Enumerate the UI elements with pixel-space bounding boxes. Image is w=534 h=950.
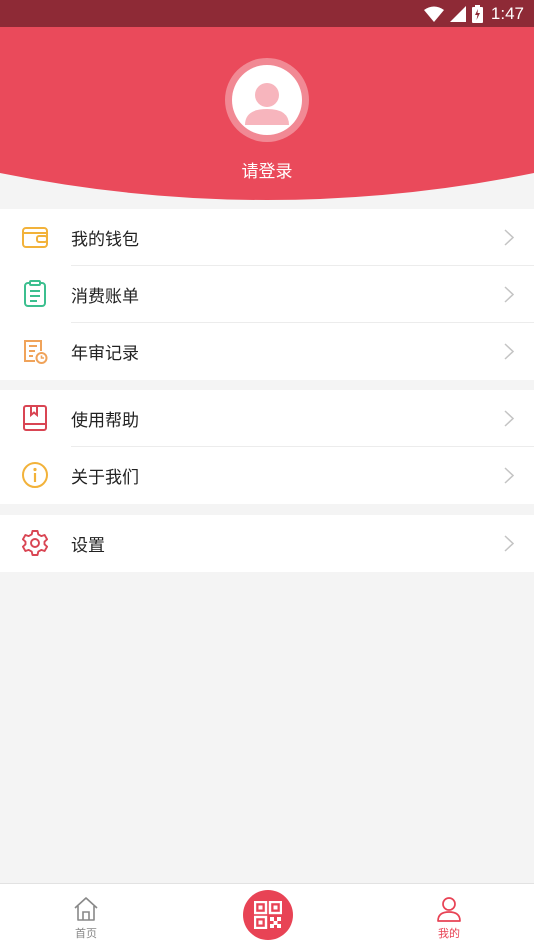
status-time: 1:47: [490, 3, 524, 23]
avatar[interactable]: [225, 58, 309, 142]
chevron-right-icon: [504, 229, 514, 246]
chevron-right-icon: [504, 467, 514, 484]
chevron-right-icon: [504, 410, 514, 427]
wallet-icon: [22, 227, 48, 248]
help-book-icon: [23, 405, 47, 431]
tab-mine-label: 我的: [438, 927, 460, 940]
chevron-right-icon: [504, 535, 514, 552]
home-icon: [74, 897, 98, 921]
profile-header: 请登录: [0, 27, 534, 203]
menu-item-wallet[interactable]: 我的钱包: [0, 209, 534, 266]
menu-group-help: 使用帮助 关于我们: [0, 390, 534, 504]
tab-mine[interactable]: 我的: [399, 884, 499, 950]
chevron-right-icon: [504, 286, 514, 303]
tab-home-label: 首页: [75, 927, 97, 940]
info-icon: [22, 462, 48, 488]
tab-home[interactable]: 首页: [36, 884, 136, 950]
qr-code-icon: [254, 901, 282, 929]
login-prompt[interactable]: 请登录: [0, 157, 534, 182]
menu-item-label: 关于我们: [71, 468, 139, 488]
scan-qr-button[interactable]: [243, 890, 293, 940]
menu-item-label: 消费账单: [71, 287, 139, 307]
menu-item-label: 我的钱包: [71, 230, 139, 250]
menu-item-label: 设置: [71, 536, 105, 556]
bottom-tab-bar: 首页 我的: [0, 883, 534, 950]
menu-item-settings[interactable]: 设置: [0, 515, 534, 572]
bill-icon: [24, 280, 46, 307]
menu-item-annual-record[interactable]: 年审记录: [0, 323, 534, 380]
battery-icon: [471, 4, 483, 23]
menu-item-label: 年审记录: [71, 344, 139, 364]
gear-icon: [21, 530, 49, 556]
wifi-icon: [423, 6, 444, 22]
menu-group-account: 我的钱包 消费账单 年审记录: [0, 209, 534, 380]
status-bar: 1:47: [0, 0, 534, 27]
menu-group-settings: 设置: [0, 515, 534, 572]
menu-item-help[interactable]: 使用帮助: [0, 390, 534, 447]
chevron-right-icon: [504, 343, 514, 360]
menu-item-label: 使用帮助: [71, 411, 139, 431]
user-avatar-icon: [245, 83, 289, 125]
user-icon: [437, 897, 461, 922]
menu-item-bill[interactable]: 消费账单: [0, 266, 534, 323]
record-icon: [24, 340, 48, 364]
signal-icon: [449, 5, 466, 22]
menu-item-about[interactable]: 关于我们: [0, 447, 534, 504]
